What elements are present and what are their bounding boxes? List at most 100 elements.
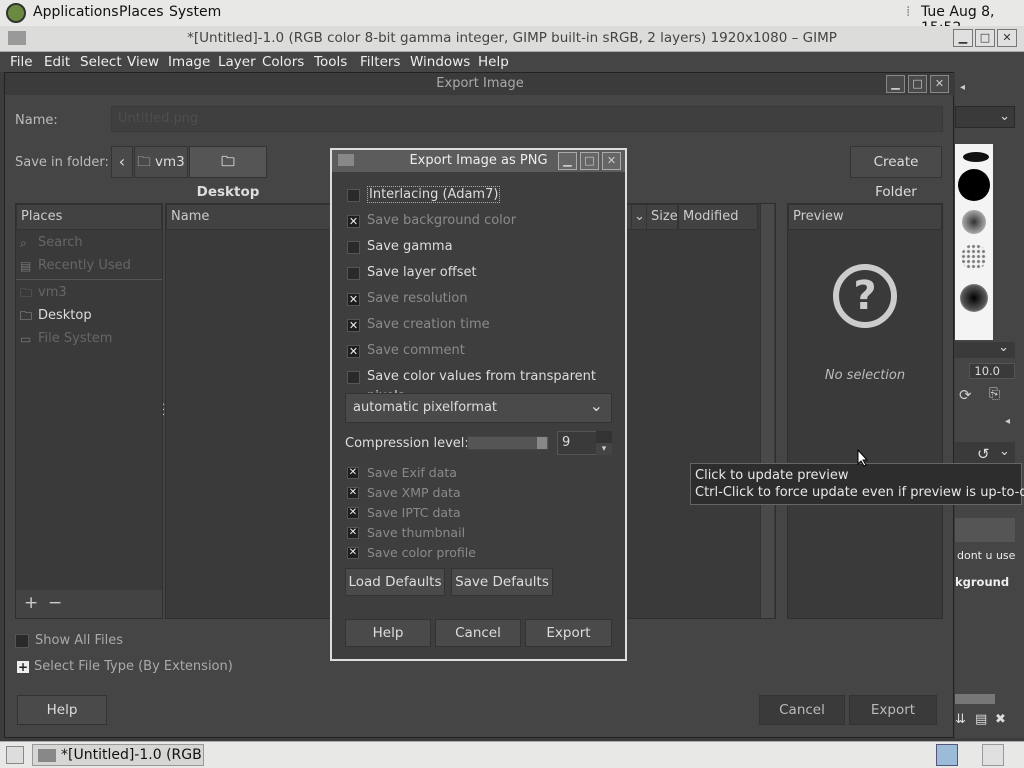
save-transparent-color-values-checkbox[interactable]: Save color values from transparent pixel… [347, 367, 617, 404]
check-icon[interactable]: ✕ [347, 507, 359, 519]
menu-image[interactable]: Image [168, 54, 210, 70]
menu-filters[interactable]: Filters [360, 54, 400, 70]
spin-down-icon[interactable]: ▾ [596, 443, 612, 455]
file-list-scrollbar[interactable] [760, 204, 774, 618]
checkbox-box[interactable] [347, 189, 360, 202]
check-icon[interactable]: ✕ [347, 215, 360, 228]
taskbar-item-gimp[interactable]: *[Untitled]-1.0 (RGB... [32, 744, 204, 766]
save-iptc-checkbox[interactable]: ✕ Save IPTC data [347, 504, 617, 522]
menu-help[interactable]: Help [478, 54, 509, 70]
save-layer-offset-checkbox[interactable]: Save layer offset [347, 263, 617, 283]
brush-preview[interactable] [962, 210, 986, 234]
undo-icon[interactable]: ↺ [977, 445, 990, 463]
png-export-button[interactable]: Export [525, 619, 612, 647]
menu-select[interactable]: Select [80, 54, 122, 70]
help-button[interactable]: Help [17, 695, 107, 725]
dock-dropdown[interactable]: ⌄ [955, 106, 1015, 128]
save-thumbnail-checkbox[interactable]: ✕ Save thumbnail [347, 524, 617, 542]
brush-preview[interactable] [963, 152, 989, 162]
places-header[interactable]: Places [16, 204, 162, 230]
column-size[interactable]: Size [646, 204, 678, 230]
export-brush-icon[interactable]: ⎘ [989, 386, 1005, 402]
spin-up-icon[interactable] [596, 431, 612, 443]
workspace-switcher[interactable] [982, 744, 1004, 766]
place-vm3[interactable]: 🗀 vm3 [16, 282, 162, 304]
minimize-icon[interactable]: ▁ [558, 152, 577, 170]
question-mark-icon[interactable]: ? [833, 264, 897, 328]
checkbox-box[interactable] [347, 371, 360, 384]
check-icon[interactable]: ✕ [347, 527, 359, 539]
workspace-switcher-active[interactable] [936, 744, 958, 766]
menu-view[interactable]: View [127, 54, 159, 70]
layer-mode-box[interactable] [955, 518, 1015, 542]
menu-tools[interactable]: Tools [314, 54, 347, 70]
applications-menu[interactable]: Applications [33, 4, 119, 20]
load-defaults-button[interactable]: Load Defaults [345, 568, 445, 596]
brush-preview[interactable] [960, 284, 988, 312]
layer-name-text[interactable]: dont u use m [957, 549, 1017, 565]
place-desktop[interactable]: 🗀 Desktop [16, 305, 162, 327]
dock-menu-icon[interactable]: ◂ [960, 82, 970, 93]
save-defaults-button[interactable]: Save Defaults [451, 568, 553, 596]
brush-preview[interactable] [958, 169, 990, 201]
save-gamma-checkbox[interactable]: Save gamma [347, 237, 617, 257]
maximize-icon[interactable]: □ [580, 152, 599, 170]
maximize-icon[interactable]: □ [975, 29, 995, 47]
brush-preview[interactable] [961, 244, 987, 270]
minimize-icon[interactable]: ▁ [886, 75, 905, 93]
show-all-files-checkbox[interactable]: Show All Files [15, 633, 215, 651]
export-button[interactable]: Export [849, 695, 937, 725]
dock-scrollbar[interactable] [955, 694, 995, 704]
png-help-button[interactable]: Help [345, 619, 431, 647]
slider-handle[interactable] [537, 437, 547, 449]
place-search[interactable]: ⌕ Search [16, 232, 162, 254]
save-resolution-checkbox[interactable]: ✕ Save resolution [347, 289, 617, 309]
brushes-panel[interactable] [955, 144, 993, 340]
check-icon[interactable]: ✕ [347, 319, 360, 332]
save-creation-time-checkbox[interactable]: ✕ Save creation time [347, 315, 617, 335]
maximize-icon[interactable]: □ [908, 75, 927, 93]
filename-input[interactable]: Untitled.png [111, 106, 943, 132]
pixelformat-select[interactable]: automatic pixelformat ⌄ [345, 393, 612, 423]
check-icon[interactable]: ✕ [347, 293, 360, 306]
check-icon[interactable]: ✕ [347, 547, 359, 559]
png-cancel-button[interactable]: Cancel [435, 619, 521, 647]
save-comment-checkbox[interactable]: ✕ Save comment [347, 341, 617, 361]
place-file-system[interactable]: ▭ File System [16, 328, 162, 350]
add-place-icon[interactable]: + [24, 593, 38, 613]
show-desktop-icon[interactable] [6, 746, 24, 764]
column-modified[interactable]: Modified [678, 204, 758, 230]
create-folder-button[interactable]: Create Folder [850, 146, 942, 200]
delete-layer-icon[interactable]: ✖ [995, 712, 1006, 727]
minimize-icon[interactable]: ▁ [953, 29, 973, 47]
brush-size-field[interactable]: 10.0 [969, 363, 1015, 379]
checkbox-box[interactable] [347, 241, 360, 254]
check-icon[interactable]: ✕ [347, 467, 359, 479]
close-icon[interactable]: ✕ [602, 152, 621, 170]
close-icon[interactable]: ✕ [997, 29, 1017, 47]
cancel-button[interactable]: Cancel [759, 695, 845, 725]
refresh-icon[interactable]: ⟳ [959, 386, 975, 404]
save-xmp-checkbox[interactable]: ✕ Save XMP data [347, 484, 617, 502]
save-background-color-checkbox[interactable]: ✕ Save background color [347, 211, 617, 231]
menu-windows[interactable]: Windows [410, 54, 470, 70]
check-icon[interactable]: ✕ [347, 487, 359, 499]
places-menu[interactable]: Places [119, 4, 164, 20]
dock-menu-icon[interactable]: ◂ [1005, 416, 1015, 427]
interlacing-checkbox[interactable]: Interlacing (Adam7) [347, 185, 617, 205]
preview-header[interactable]: Preview [788, 204, 942, 230]
remove-place-icon[interactable]: − [48, 593, 62, 613]
expander-plus-icon[interactable]: + [17, 661, 29, 673]
save-color-profile-checkbox[interactable]: ✕ Save color profile [347, 544, 617, 562]
path-back-button[interactable]: ‹ [111, 146, 133, 178]
dock-dropdown-2[interactable]: ⌄ [955, 340, 1015, 358]
merge-icon[interactable]: ▤ [975, 712, 987, 727]
save-exif-checkbox[interactable]: ✕ Save Exif data [347, 464, 617, 482]
path-button-desktop[interactable]: 🗀 Desktop [189, 146, 267, 200]
anchor-icon[interactable]: ⇊ [955, 712, 966, 727]
check-icon[interactable]: ✕ [347, 345, 360, 358]
path-button-vm3[interactable]: 🗀 vm3 [134, 146, 188, 178]
close-icon[interactable]: ✕ [930, 75, 949, 93]
select-file-type-expander[interactable]: + Select File Type (By Extension) [15, 659, 275, 677]
menu-colors[interactable]: Colors [262, 54, 304, 70]
